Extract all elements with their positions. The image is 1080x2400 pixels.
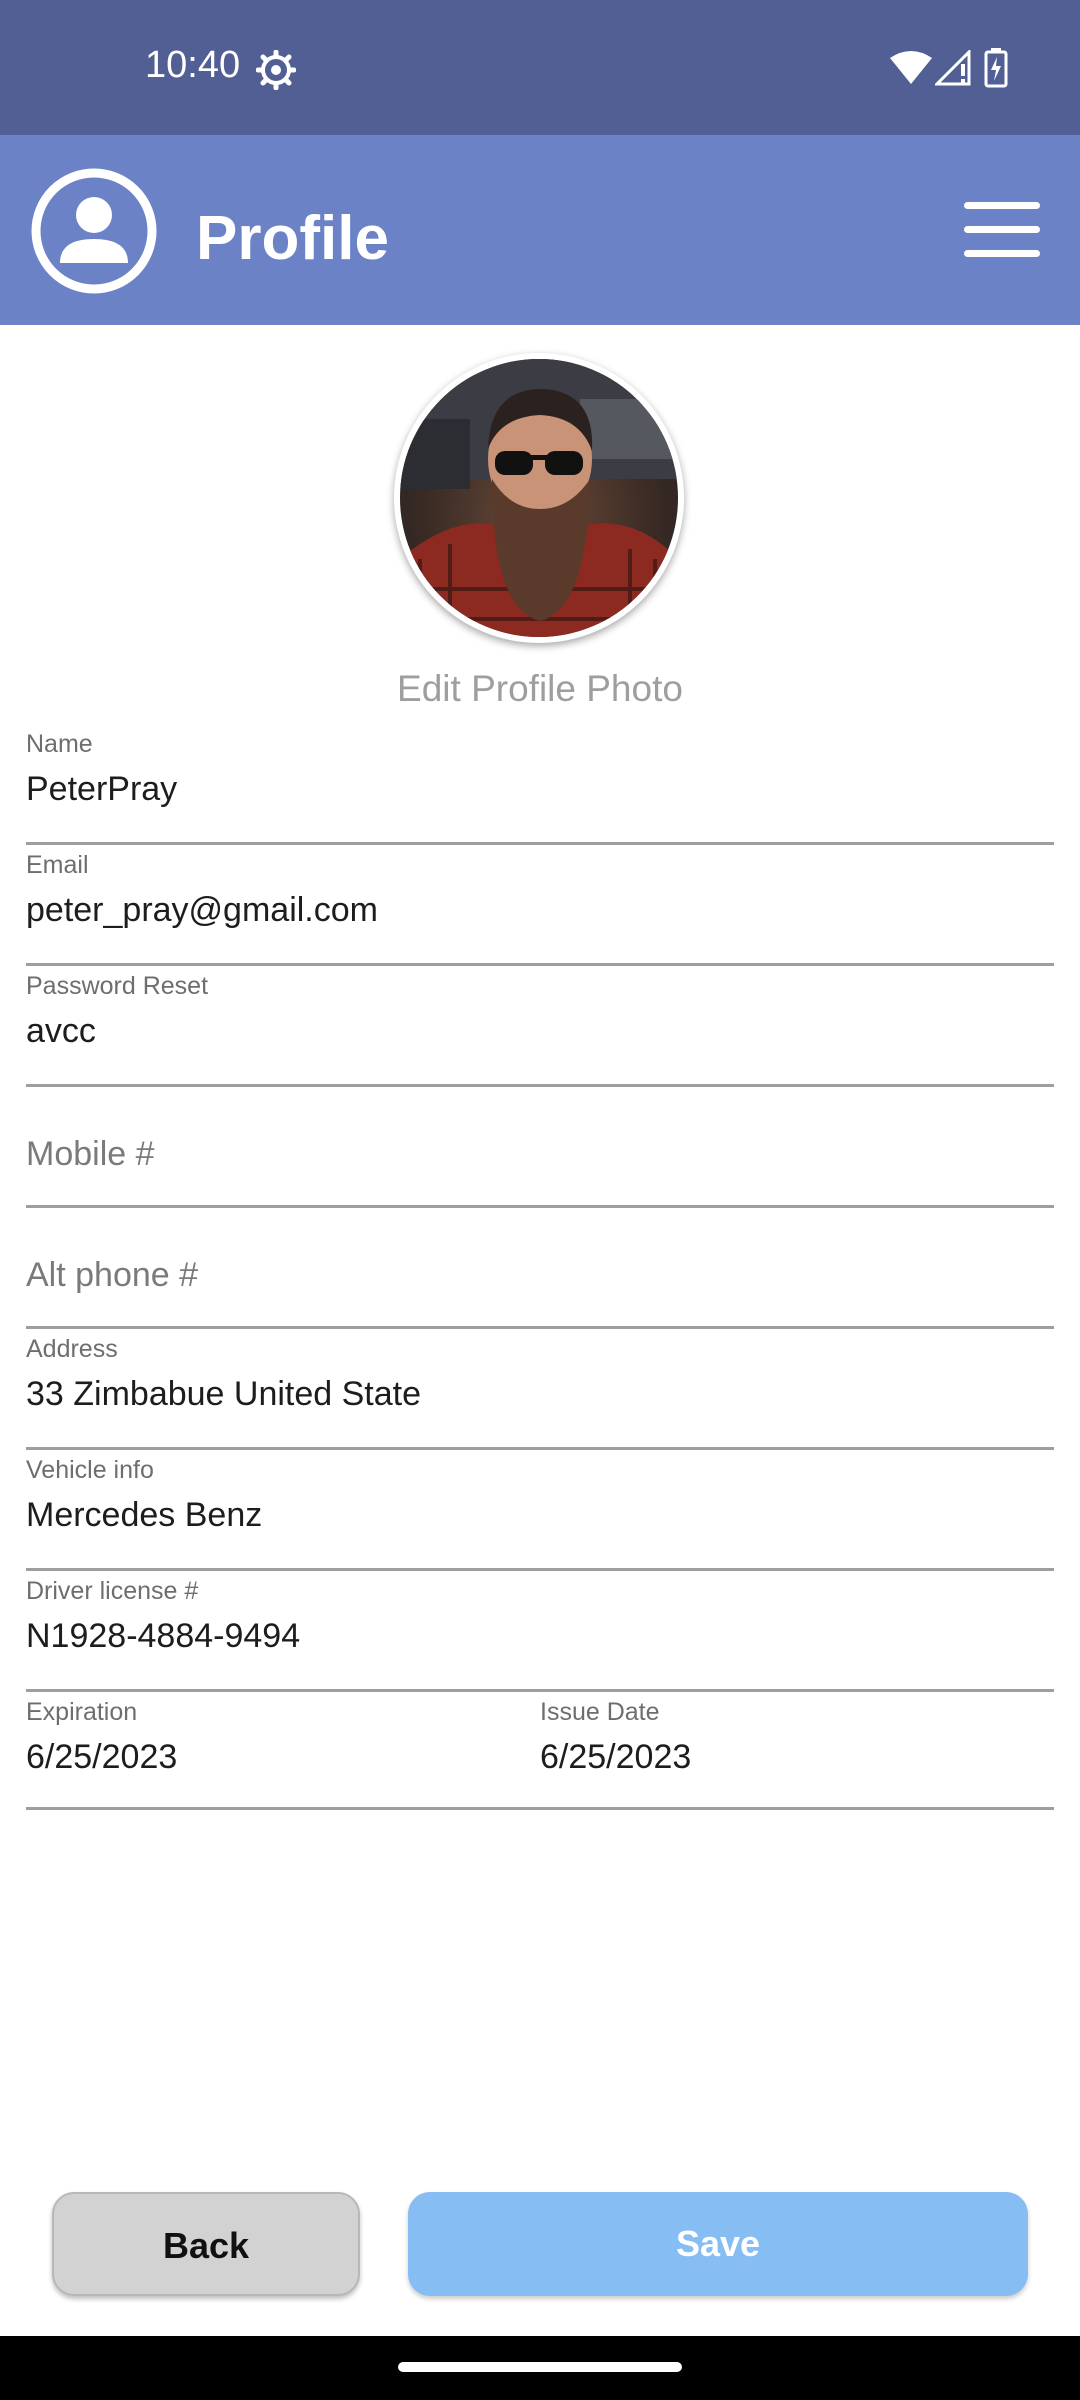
driver-license-field[interactable]: Driver license # N1928-4884-9494	[26, 1569, 1054, 1692]
account-circle-icon	[31, 168, 157, 294]
address-field[interactable]: Address 33 Zimbabue United State	[26, 1327, 1054, 1450]
name-label: Name	[26, 730, 93, 758]
issue-date-field[interactable]: Issue Date 6/25/2023	[540, 1690, 1054, 1810]
password-reset-value[interactable]: avcc	[26, 1012, 96, 1051]
vehicle-info-label: Vehicle info	[26, 1456, 154, 1484]
alt-phone-placeholder[interactable]: Alt phone #	[26, 1256, 198, 1295]
email-label: Email	[26, 851, 89, 879]
edit-profile-photo-link[interactable]: Edit Profile Photo	[0, 668, 1080, 710]
license-dates-row: Expiration 6/25/2023 Issue Date 6/25/202…	[26, 1690, 1054, 1810]
app-bar: Profile	[0, 135, 1080, 325]
settings-gear-icon	[256, 50, 296, 90]
gesture-handle[interactable]	[398, 2362, 682, 2372]
mobile-field[interactable]: Mobile #	[26, 1085, 1054, 1208]
issue-date-label: Issue Date	[540, 1698, 660, 1726]
driver-license-value[interactable]: N1928-4884-9494	[26, 1617, 300, 1656]
expiration-field[interactable]: Expiration 6/25/2023	[26, 1690, 540, 1810]
save-button[interactable]: Save	[408, 2192, 1028, 2296]
hamburger-menu-icon[interactable]	[960, 200, 1044, 260]
divider	[26, 1807, 1054, 1810]
mobile-placeholder[interactable]: Mobile #	[26, 1135, 155, 1174]
address-label: Address	[26, 1335, 118, 1363]
back-button[interactable]: Back	[52, 2192, 360, 2296]
expiration-value[interactable]: 6/25/2023	[26, 1738, 177, 1777]
email-value[interactable]: peter_pray@gmail.com	[26, 891, 378, 930]
status-time: 10:40	[145, 44, 241, 86]
password-reset-field[interactable]: Password Reset avcc	[26, 964, 1054, 1087]
status-bar: 10:40	[0, 0, 1080, 135]
wifi-icon	[890, 51, 932, 84]
portrait-illustration	[400, 359, 678, 637]
address-value[interactable]: 33 Zimbabue United State	[26, 1375, 421, 1414]
alt-phone-field[interactable]: Alt phone #	[26, 1206, 1054, 1329]
expiration-label: Expiration	[26, 1698, 138, 1726]
battery-charging-icon	[984, 48, 1008, 88]
cellular-signal-icon	[935, 50, 971, 86]
vehicle-info-field[interactable]: Vehicle info Mercedes Benz	[26, 1448, 1054, 1571]
driver-license-label: Driver license #	[26, 1577, 199, 1605]
email-field[interactable]: Email peter_pray@gmail.com	[26, 843, 1054, 966]
vehicle-info-value[interactable]: Mercedes Benz	[26, 1496, 262, 1535]
issue-date-value[interactable]: 6/25/2023	[540, 1738, 691, 1777]
name-field[interactable]: Name PeterPray	[26, 722, 1054, 845]
profile-photo[interactable]	[394, 353, 684, 643]
page-title: Profile	[196, 204, 389, 273]
name-value[interactable]: PeterPray	[26, 770, 177, 809]
avatar	[400, 359, 678, 637]
password-reset-label: Password Reset	[26, 972, 209, 1000]
